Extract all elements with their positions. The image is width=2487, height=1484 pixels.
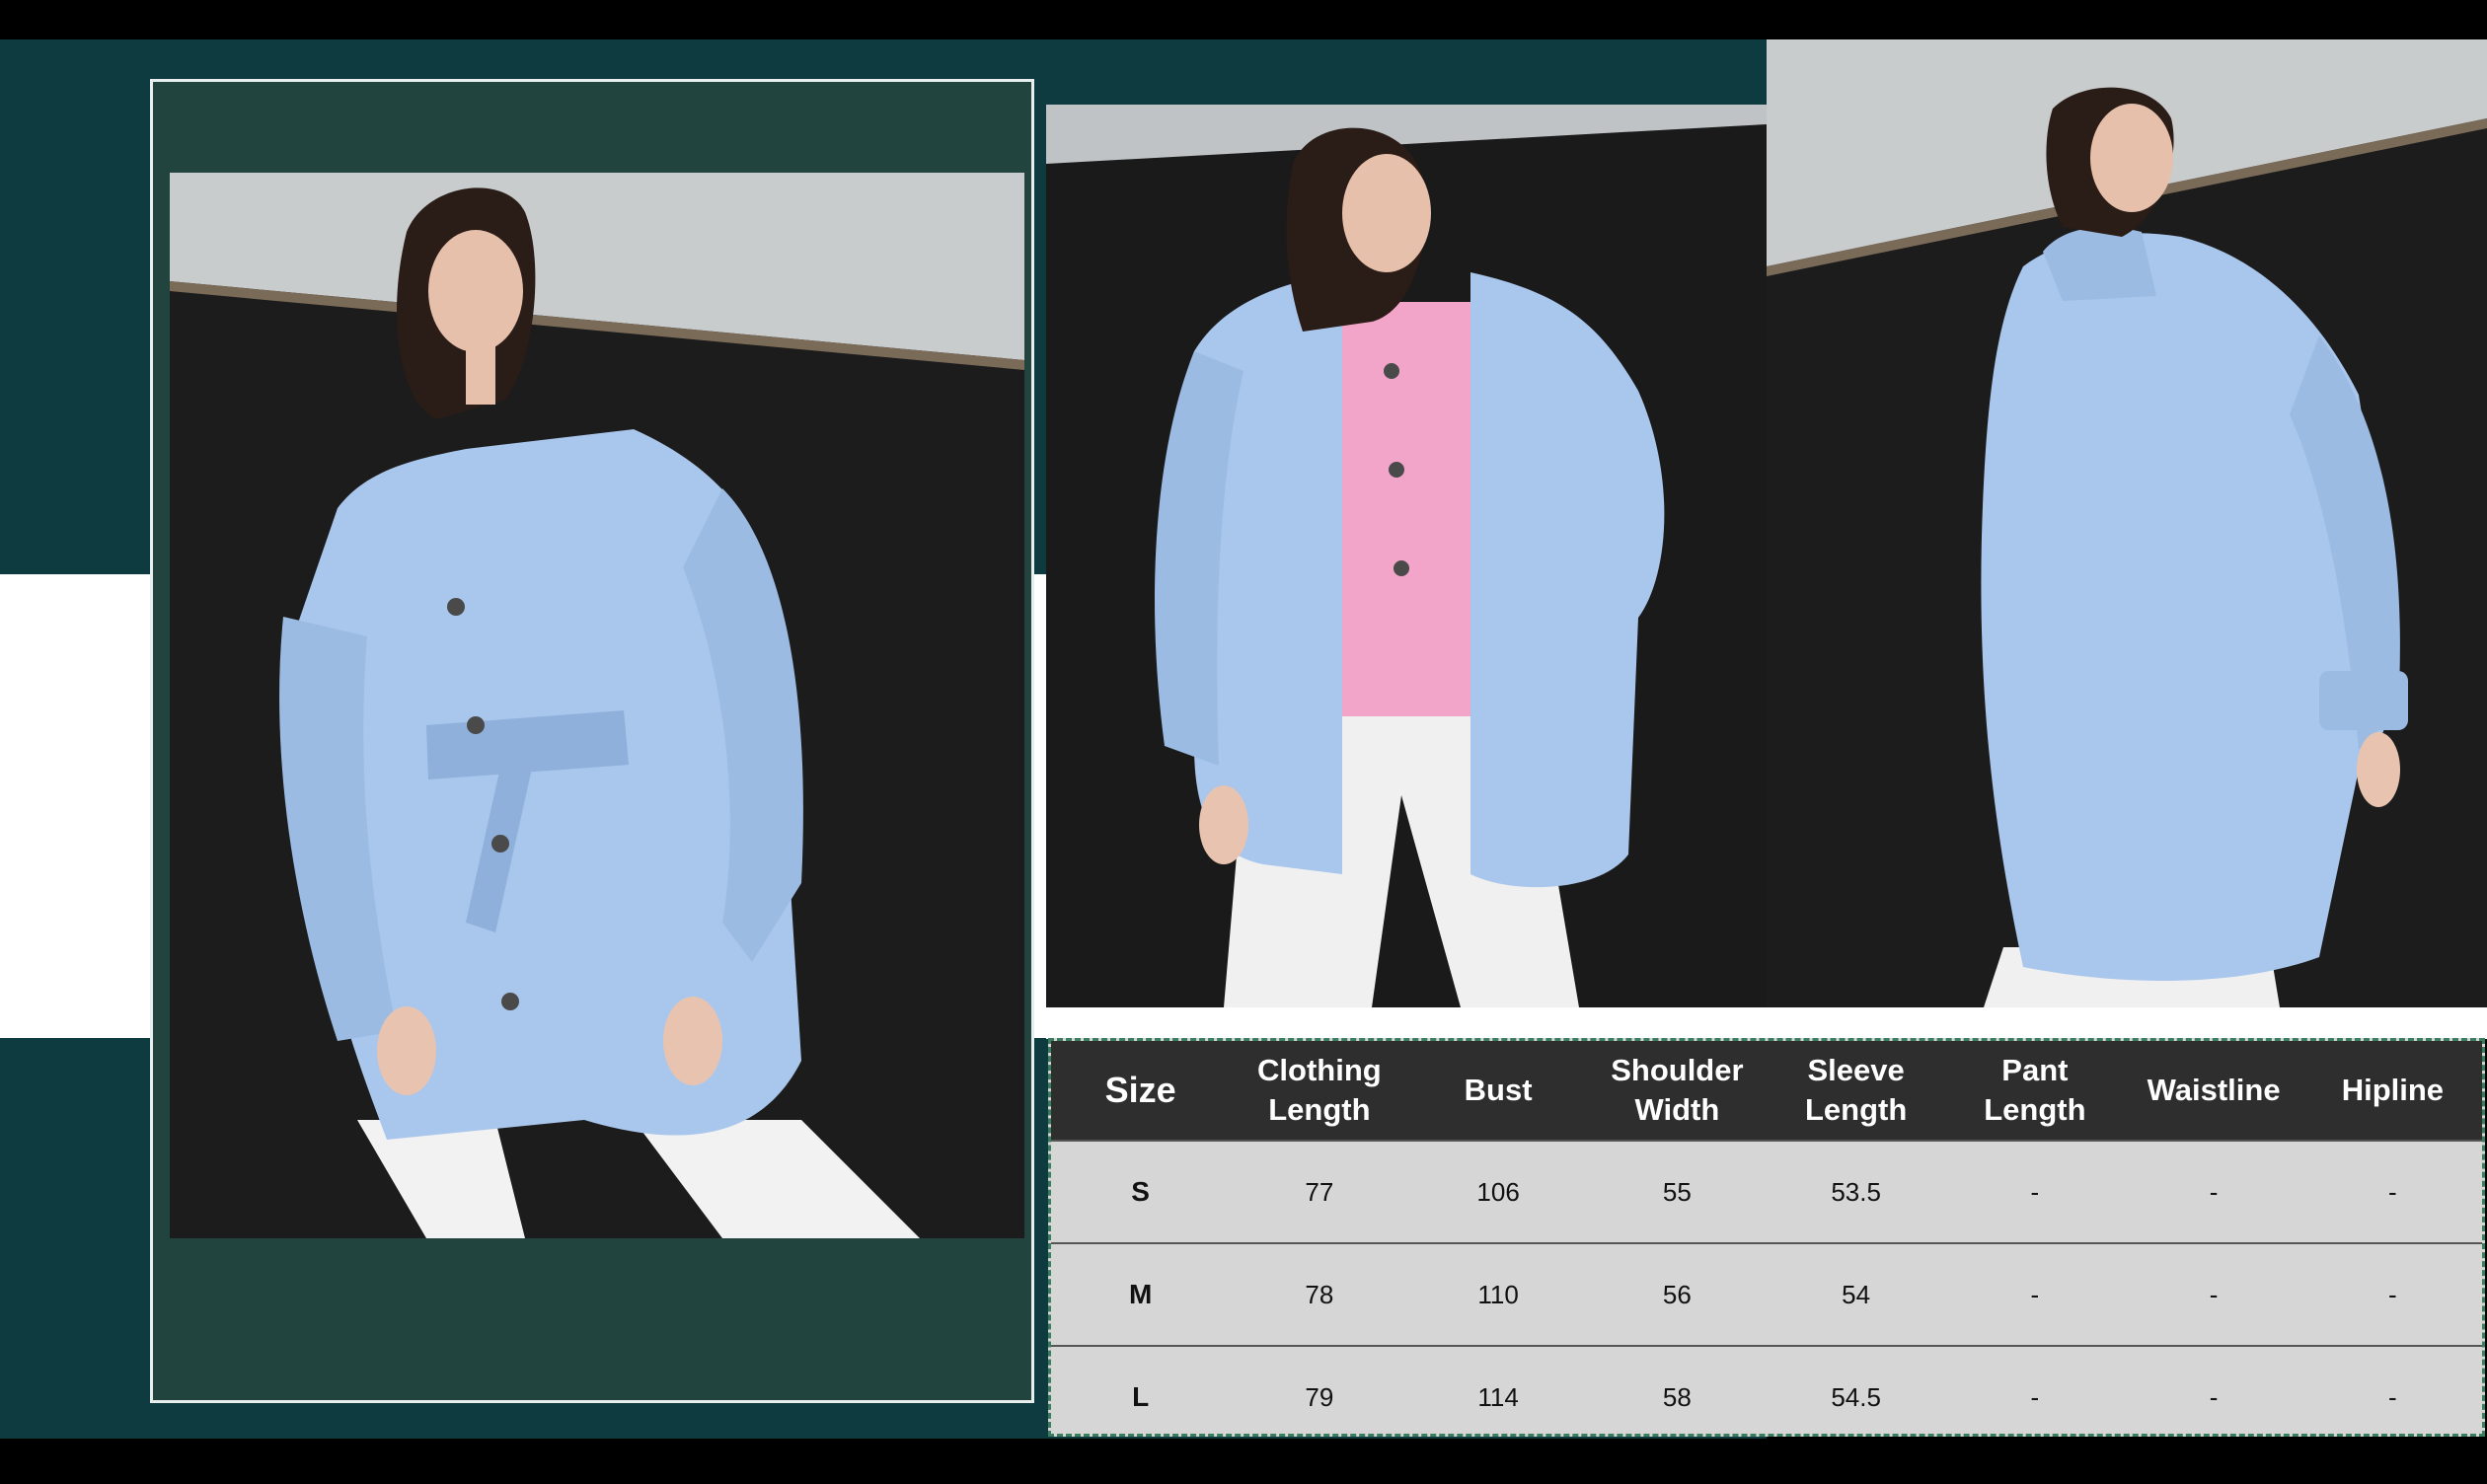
table-row: S 77 106 55 53.5 - - -: [1051, 1140, 2482, 1243]
back-view-photo: [1767, 39, 2487, 1007]
header-clothing-length: Clothing Length: [1230, 1041, 1409, 1141]
cell-hipline: -: [2302, 1345, 2482, 1447]
header-shoulder-width: Shoulder Width: [1587, 1041, 1767, 1141]
cell-size: L: [1051, 1345, 1231, 1447]
cell-pant-length: -: [1945, 1242, 2125, 1346]
cell-hipline: -: [2302, 1140, 2482, 1243]
cell-shoulder-width: 56: [1587, 1242, 1767, 1346]
cell-hipline: -: [2302, 1242, 2482, 1346]
bottom-black-bar: [0, 1439, 2487, 1484]
cell-pant-length: -: [1945, 1345, 2125, 1447]
cell-shoulder-width: 55: [1587, 1140, 1767, 1243]
header-hipline: Hipline: [2302, 1041, 2482, 1141]
cell-clothing-length: 79: [1230, 1345, 1409, 1447]
header-sleeve-length: Sleeve Length: [1767, 1041, 1946, 1141]
size-table: Size Clothing Length Bust Shoulder Width…: [1051, 1041, 2482, 1447]
size-chart: Size Clothing Length Bust Shoulder Width…: [1048, 1038, 2485, 1447]
white-divider: [1046, 1007, 2487, 1039]
cell-sleeve-length: 54.5: [1767, 1345, 1946, 1447]
size-table-header-row: Size Clothing Length Bust Shoulder Width…: [1051, 1041, 2482, 1141]
cell-size: M: [1051, 1242, 1231, 1346]
cell-sleeve-length: 53.5: [1767, 1140, 1946, 1243]
cell-waistline: -: [2124, 1345, 2303, 1447]
cell-clothing-length: 78: [1230, 1242, 1409, 1346]
table-row: L 79 114 58 54.5 - - -: [1051, 1345, 2482, 1447]
cell-waistline: -: [2124, 1242, 2303, 1346]
header-bust: Bust: [1408, 1041, 1588, 1141]
front-view-photo: [1046, 105, 1767, 1007]
cell-bust: 114: [1408, 1345, 1588, 1447]
cell-pant-length: -: [1945, 1140, 2125, 1243]
main-product-photo: [170, 173, 1024, 1238]
cell-clothing-length: 77: [1230, 1140, 1409, 1243]
cell-bust: 106: [1408, 1140, 1588, 1243]
cell-shoulder-width: 58: [1587, 1345, 1767, 1447]
header-pant-length: Pant Length: [1945, 1041, 2125, 1141]
header-size: Size: [1051, 1041, 1231, 1141]
cell-sleeve-length: 54: [1767, 1242, 1946, 1346]
cell-bust: 110: [1408, 1242, 1588, 1346]
header-waistline: Waistline: [2124, 1041, 2303, 1141]
table-row: M 78 110 56 54 - - -: [1051, 1242, 2482, 1346]
top-black-bar: [0, 0, 2487, 39]
cell-size: S: [1051, 1140, 1231, 1243]
cell-waistline: -: [2124, 1140, 2303, 1243]
